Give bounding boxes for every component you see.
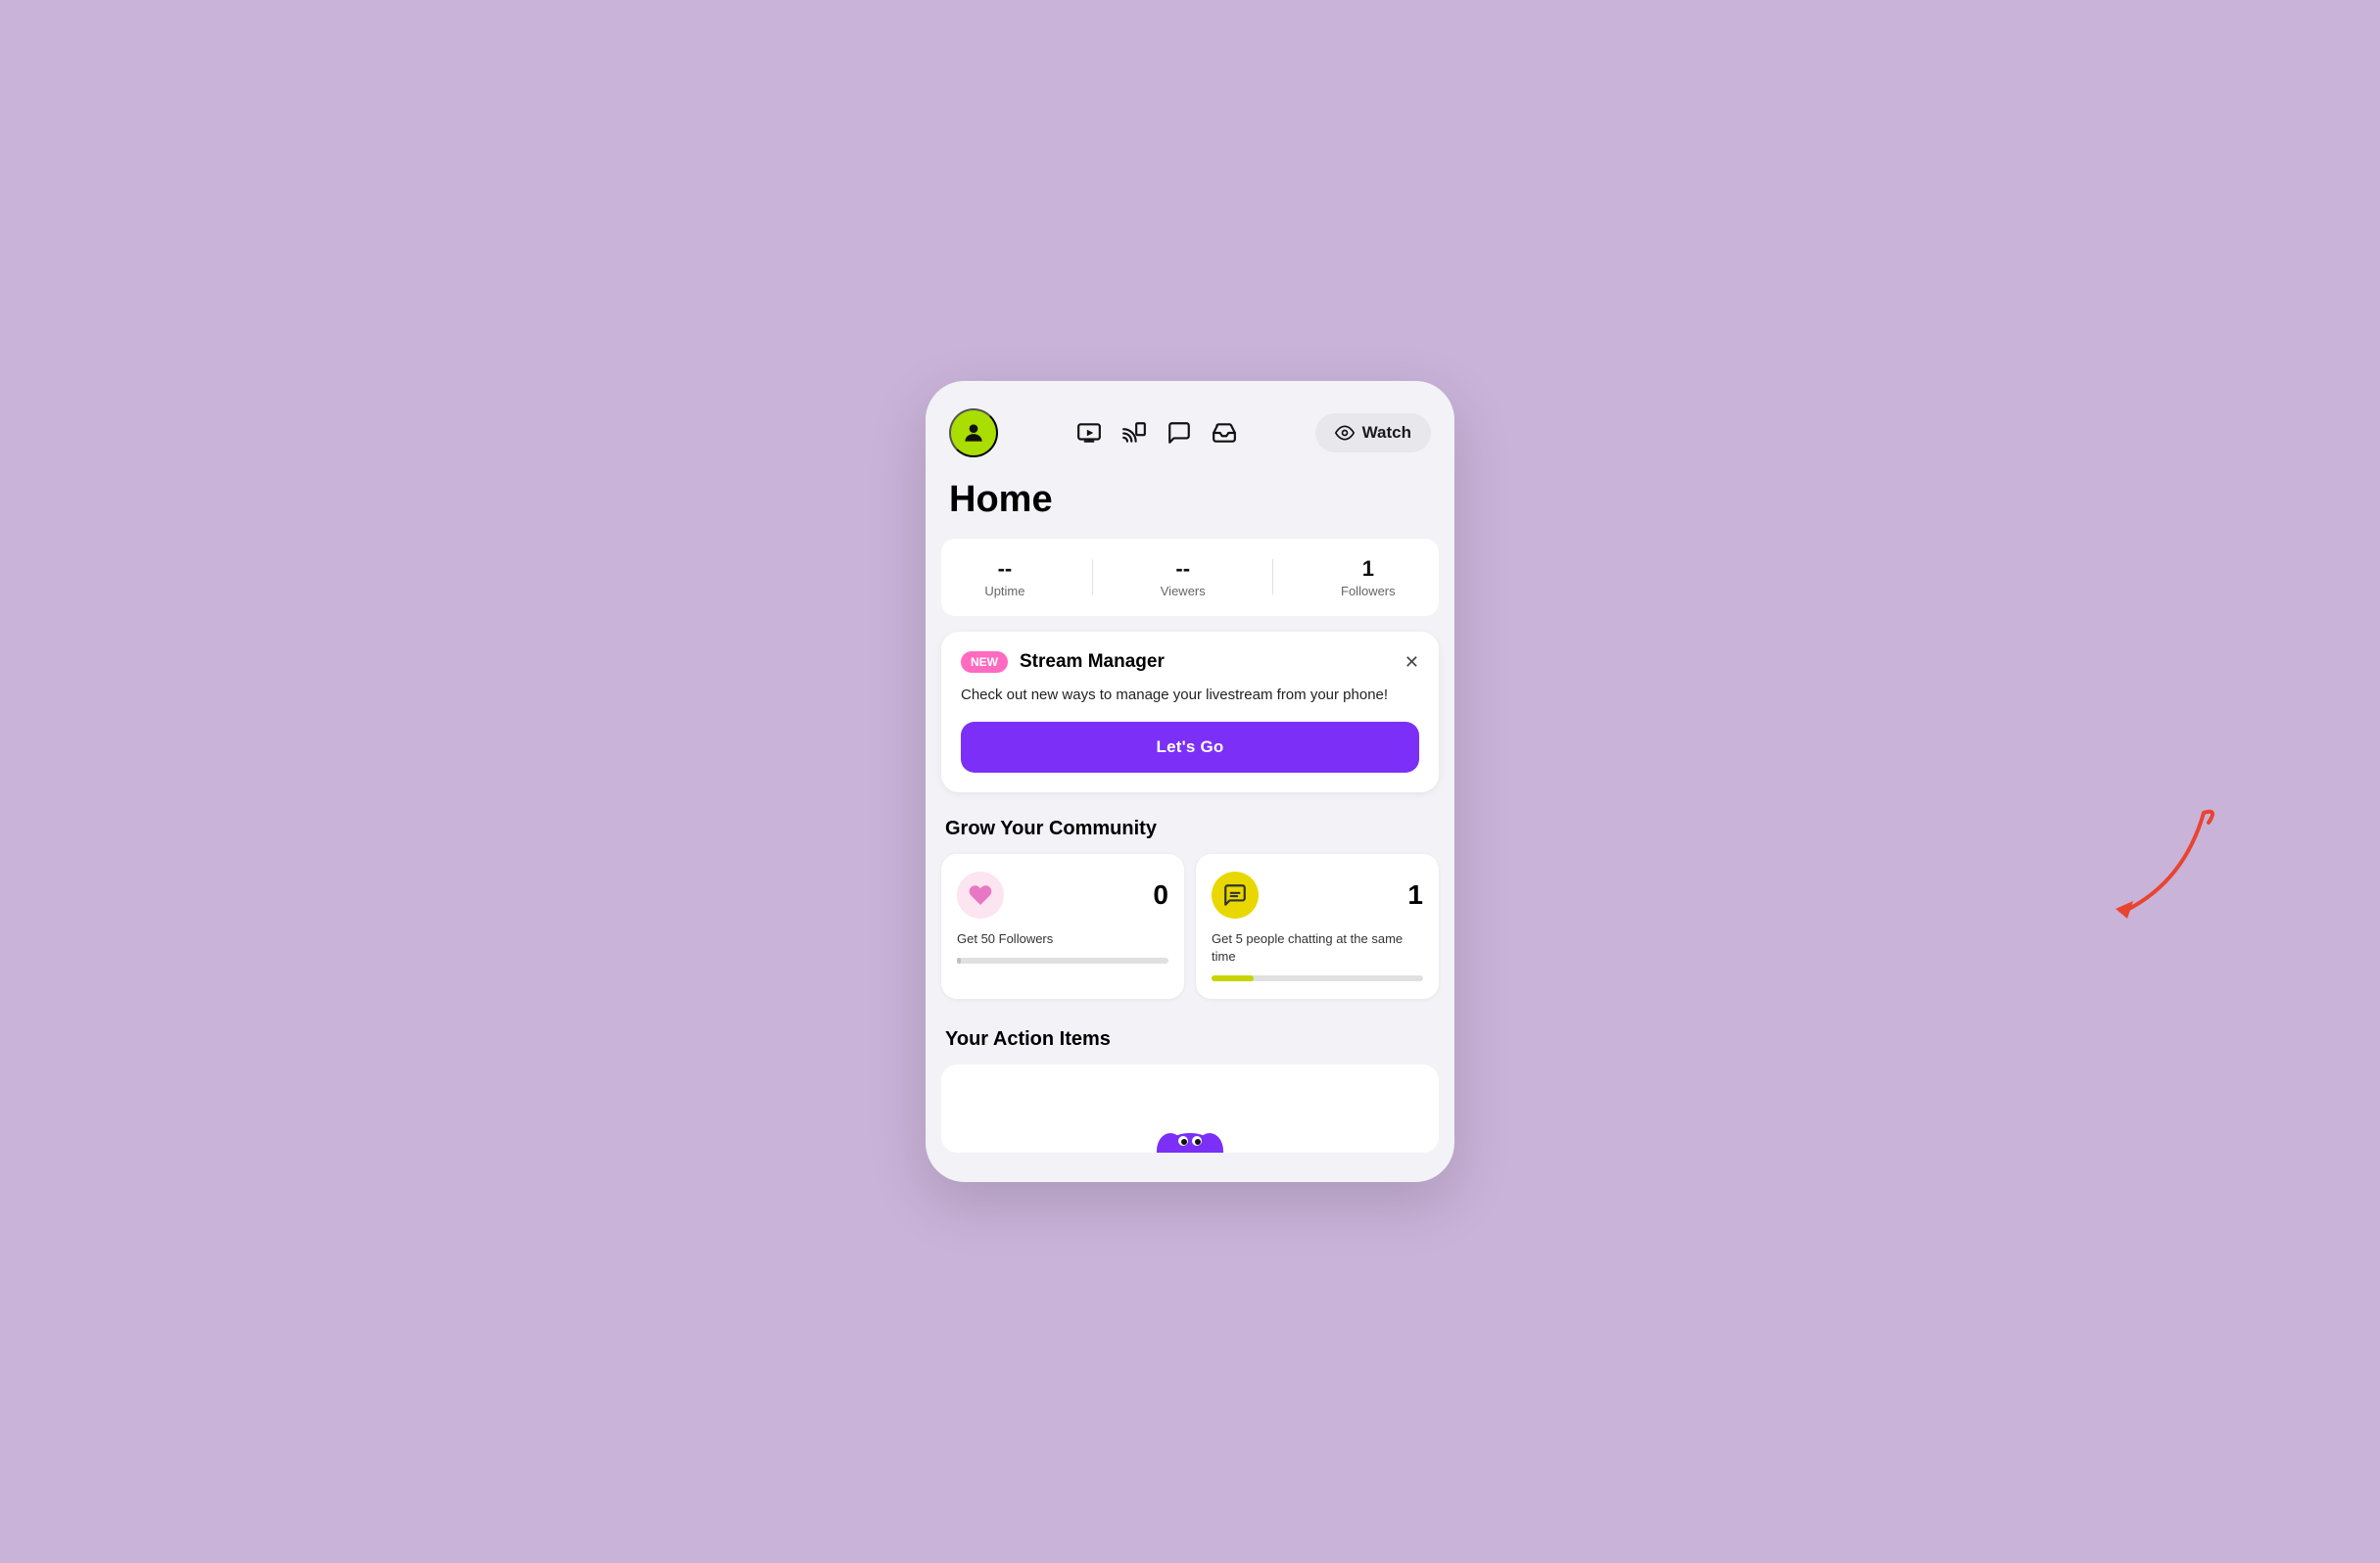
viewers-stat: -- Viewers: [1161, 556, 1206, 598]
page-title: Home: [949, 479, 1431, 521]
lets-go-button[interactable]: Let's Go: [961, 722, 1419, 773]
viewers-label: Viewers: [1161, 584, 1206, 598]
card-title: Stream Manager: [1020, 651, 1165, 673]
chatters-progress-fill: [1212, 975, 1254, 981]
card-description: Check out new ways to manage your livest…: [961, 685, 1419, 707]
chatters-community-card: 1 Get 5 people chatting at the same time: [1196, 854, 1439, 999]
followers-progress-track: [957, 958, 1168, 964]
watch-button[interactable]: Watch: [1315, 413, 1431, 452]
stats-bar: -- Uptime -- Viewers 1 Followers: [941, 539, 1439, 616]
inbox-icon-button[interactable]: [1212, 420, 1237, 446]
uptime-value: --: [984, 556, 1024, 582]
chatters-goal-label: Get 5 people chatting at the same time: [1212, 930, 1423, 966]
viewers-value: --: [1161, 556, 1206, 582]
community-card-1-top: 0: [957, 872, 1168, 919]
page-title-area: Home: [926, 469, 1454, 539]
uptime-stat: -- Uptime: [984, 556, 1024, 598]
followers-progress-fill: [957, 958, 961, 964]
community-section-heading: Grow Your Community: [926, 808, 1454, 854]
phone-container: Watch Home -- Uptime -- Viewers 1 Follow…: [926, 381, 1454, 1183]
nav-icons: [1016, 420, 1298, 446]
followers-count: 0: [1153, 879, 1168, 911]
action-items-section-heading: Your Action Items: [926, 1018, 1454, 1065]
community-card-2-top: 1: [1212, 872, 1423, 919]
avatar-button[interactable]: [949, 408, 998, 457]
watch-label: Watch: [1362, 423, 1411, 443]
followers-community-card: 0 Get 50 Followers: [941, 854, 1184, 999]
close-button[interactable]: ✕: [1404, 653, 1419, 671]
followers-goal-label: Get 50 Followers: [957, 930, 1168, 948]
heart-icon-container: [957, 872, 1004, 919]
mascot-illustration: [1141, 1074, 1239, 1153]
stat-divider-1: [1092, 559, 1093, 594]
chatters-progress-track: [1212, 975, 1423, 981]
stream-icon-button[interactable]: [1076, 420, 1102, 446]
top-nav: Watch: [926, 381, 1454, 469]
uptime-label: Uptime: [984, 584, 1024, 598]
action-items-section: [926, 1065, 1454, 1153]
followers-stat: 1 Followers: [1341, 556, 1396, 598]
chat-icon-button[interactable]: [1166, 420, 1192, 446]
stat-divider-2: [1272, 559, 1273, 594]
cast-icon-button[interactable]: [1121, 420, 1147, 446]
card-header: NEW Stream Manager ✕: [961, 651, 1419, 673]
followers-label: Followers: [1341, 584, 1396, 598]
chat-icon-container: [1212, 872, 1259, 919]
stream-manager-card: NEW Stream Manager ✕ Check out new ways …: [941, 632, 1439, 793]
chatters-count: 1: [1407, 879, 1423, 911]
community-cards: 0 Get 50 Followers 1 Get 5 people chatti…: [926, 854, 1454, 999]
card-header-left: NEW Stream Manager: [961, 651, 1165, 673]
new-badge: NEW: [961, 651, 1008, 673]
action-items-preview: [941, 1065, 1439, 1153]
annotation-arrow: [2067, 803, 2223, 940]
followers-value: 1: [1341, 556, 1396, 582]
